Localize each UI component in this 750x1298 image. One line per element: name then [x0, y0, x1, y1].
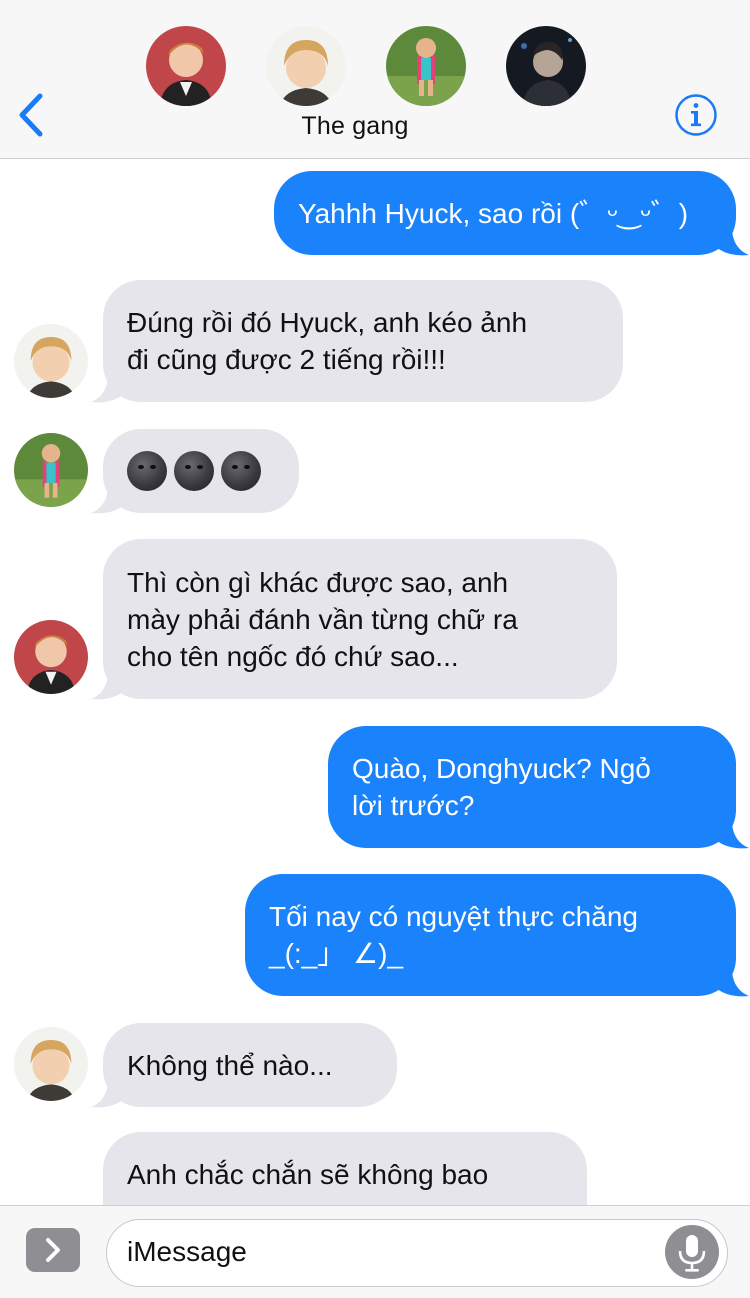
avatar-member-2 [266, 26, 346, 106]
conversation-header: The gang [0, 0, 750, 159]
imessage-input[interactable]: iMessage [106, 1219, 728, 1287]
message-line: Anh chắc chắn sẽ không bao [127, 1159, 489, 1190]
bubble-tail [91, 489, 124, 514]
avatar-member-3 [386, 26, 466, 106]
message-line: Tối nay có nguyệt thực chăng [269, 901, 638, 932]
message-list[interactable]: Yahhh Hyuck, sao rồi (゛ᵕ‿ᵕ゛) Đúng rồi đó… [0, 159, 750, 1205]
new-moon-face-emoji [127, 451, 167, 491]
message-line: mày phải đánh vần từng chữ ra [127, 603, 518, 635]
group-avatars[interactable] [0, 26, 750, 108]
avatar-member-3[interactable] [14, 433, 88, 507]
bubble-tail [91, 675, 124, 700]
avatar-member-2[interactable] [14, 324, 88, 398]
avatar-member-1[interactable] [14, 620, 88, 694]
apps-expand-button[interactable] [26, 1228, 80, 1272]
message-bubble-received[interactable]: Anh chắc chắn sẽ không bao [103, 1132, 587, 1205]
message-input-bar: iMessage [0, 1205, 750, 1298]
microphone-button[interactable] [665, 1225, 719, 1279]
message-bubble-received[interactable]: Thì còn gì khác được sao, anh mày phải đ… [103, 539, 617, 699]
bubble-tail [716, 824, 749, 849]
message-bubble-sent[interactable]: Yahhh Hyuck, sao rồi (゛ᵕ‿ᵕ゛) [274, 171, 736, 255]
message-bubble-sent[interactable]: Quào, Donghyuck? Ngỏ lời trước? [328, 726, 736, 848]
bubble-tail [91, 1083, 124, 1108]
message-line: Quào, Donghyuck? Ngỏ [352, 753, 651, 784]
input-placeholder: iMessage [127, 1236, 247, 1267]
message-line: Thì còn gì khác được sao, anh [127, 566, 509, 598]
new-moon-face-emoji [174, 451, 214, 491]
message-line: Đúng rồi đó Hyuck, anh kéo ảnh [127, 307, 528, 338]
avatar-member-2[interactable] [14, 1027, 88, 1101]
message-line: Không thể nào... [127, 1049, 333, 1081]
new-moon-face-emoji [221, 451, 261, 491]
message-line: đi cũng được 2 tiếng rồi!!! [127, 344, 446, 375]
microphone-icon [678, 1235, 706, 1272]
message-line: cho tên ngốc đó chứ sao... [127, 640, 459, 672]
message-bubble-received[interactable] [103, 429, 299, 513]
chevron-right-icon [46, 1238, 60, 1262]
message-line: lời trước? [352, 790, 475, 821]
message-line: _(:_」 ∠)_ [269, 938, 404, 969]
message-bubble-received[interactable]: Đúng rồi đó Hyuck, anh kéo ảnh đi cũng đ… [103, 280, 623, 402]
message-line: Yahhh Hyuck, sao rồi (゛ᵕ‿ᵕ゛) [298, 197, 689, 229]
group-title[interactable]: The gang [0, 112, 710, 141]
avatar-member-4 [506, 26, 586, 106]
bubble-tail [91, 378, 124, 403]
info-icon[interactable] [674, 93, 718, 137]
bubble-tail [716, 972, 749, 997]
avatar-member-1 [146, 26, 226, 106]
bubble-tail [716, 231, 749, 256]
message-bubble-sent[interactable]: Tối nay có nguyệt thực chăng _(:_」 ∠)_ [245, 874, 736, 996]
message-bubble-received[interactable]: Không thể nào... [103, 1023, 397, 1107]
